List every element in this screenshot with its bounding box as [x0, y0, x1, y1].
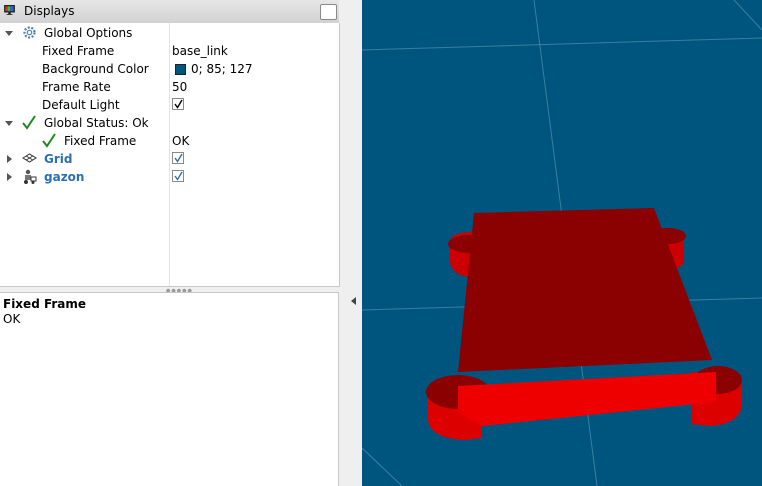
panel-title-bar: Displays	[0, 0, 339, 24]
tree-label: Background Color	[42, 62, 149, 76]
collapse-arrow-icon[interactable]	[7, 173, 12, 181]
render-scene	[362, 0, 762, 486]
status-value: OK	[172, 134, 190, 148]
tree-label: Default Light	[42, 98, 120, 112]
tree-row-global-status[interactable]: Global Status: Ok	[0, 114, 339, 132]
tree-row-global-options[interactable]: Global Options	[0, 24, 339, 42]
displays-panel: Displays Global Options Fixed Frame base…	[0, 0, 340, 486]
fixed-frame-value[interactable]: base_link	[172, 44, 228, 58]
description-title: Fixed Frame	[3, 297, 87, 311]
tree-label: Grid	[44, 152, 73, 166]
robot-model-icon	[24, 169, 37, 184]
tree-row-frame-rate[interactable]: Frame Rate 50	[0, 78, 339, 96]
panel-collapse-strip[interactable]	[340, 0, 362, 486]
3d-viewport[interactable]	[362, 0, 762, 486]
grid-icon	[22, 153, 37, 163]
tree-label: gazon	[44, 170, 85, 184]
panel-title: Displays	[24, 4, 75, 18]
tree-label: Global Options	[44, 26, 133, 40]
tree-row-status-fixed-frame[interactable]: Fixed Frame OK	[0, 132, 339, 150]
collapse-left-icon[interactable]	[351, 297, 356, 305]
tree-row-fixed-frame[interactable]: Fixed Frame base_link	[0, 42, 339, 60]
color-swatch[interactable]	[175, 64, 186, 75]
tree-label: Fixed Frame	[64, 134, 137, 148]
tree-label: Frame Rate	[42, 80, 111, 94]
default-light-checkbox[interactable]	[172, 98, 184, 110]
ok-check-icon	[22, 115, 36, 130]
property-description: Fixed Frame OK	[0, 292, 339, 486]
tree-label: Global Status: Ok	[44, 116, 149, 130]
checkmark-icon	[174, 171, 183, 181]
collapse-arrow-icon[interactable]	[7, 155, 12, 163]
description-body: OK	[3, 312, 21, 326]
tree-row-default-light[interactable]: Default Light	[0, 96, 339, 114]
gazon-robot-model	[426, 208, 742, 440]
checkmark-icon	[174, 153, 183, 163]
gazon-checkbox[interactable]	[172, 170, 184, 182]
tree-label: Fixed Frame	[42, 44, 115, 58]
tree-row-gazon[interactable]: gazon	[0, 168, 339, 186]
tree-row-grid[interactable]: Grid	[0, 150, 339, 168]
gear-icon	[23, 26, 36, 39]
display-tree[interactable]: Global Options Fixed Frame base_link Bac…	[0, 23, 340, 287]
grid-checkbox[interactable]	[172, 152, 184, 164]
tree-row-background-color[interactable]: Background Color 0; 85; 127	[0, 60, 339, 78]
ok-check-icon	[42, 133, 56, 148]
expand-arrow-icon[interactable]	[5, 31, 13, 36]
expand-arrow-icon[interactable]	[5, 121, 13, 126]
background-color-value[interactable]: 0; 85; 127	[191, 62, 253, 76]
frame-rate-value[interactable]: 50	[172, 80, 187, 94]
undock-button[interactable]	[320, 4, 337, 20]
monitor-icon	[4, 5, 15, 15]
checkmark-icon	[174, 99, 183, 109]
